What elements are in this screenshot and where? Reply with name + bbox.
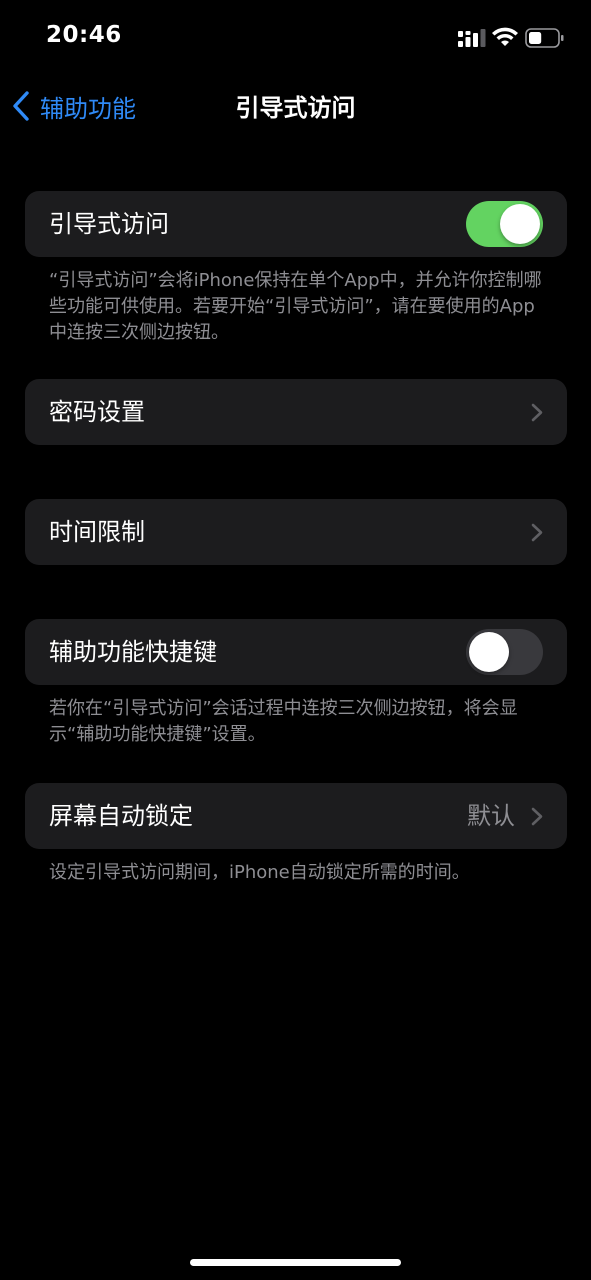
chevron-right-icon [531, 523, 543, 542]
chevron-right-icon [531, 807, 543, 826]
passcode-settings-row[interactable]: 密码设置 [25, 379, 567, 445]
accessibility-shortcut-row: 辅助功能快捷键 [25, 619, 567, 685]
wifi-icon [492, 27, 518, 46]
time-limits-label: 时间限制 [49, 518, 145, 546]
cellular-signal-icon [458, 29, 486, 47]
auto-lock-label: 屏幕自动锁定 [49, 802, 193, 830]
page-title: 引导式访问 [235, 94, 356, 122]
home-indicator[interactable] [190, 1259, 401, 1266]
status-time: 20:46 [46, 22, 122, 48]
battery-icon [525, 28, 564, 48]
auto-lock-value: 默认 [467, 802, 515, 830]
toggle-knob [500, 204, 540, 244]
accessibility-shortcut-label: 辅助功能快捷键 [49, 638, 217, 666]
auto-lock-footnote: 设定引导式访问期间，iPhone自动锁定所需的时间。 [49, 862, 470, 883]
guided-access-row: 引导式访问 [25, 191, 567, 257]
accessibility-shortcut-footnote: 若你在“引导式访问”会话过程中连按三次侧边按钮，将会显示“辅助功能快捷键”设置。 [49, 698, 518, 745]
toggle-knob [469, 632, 509, 672]
guided-access-footnote: “引导式访问”会将iPhone保持在单个App中，并允许你控制哪些功能可供使用。… [49, 270, 542, 343]
passcode-settings-label: 密码设置 [49, 398, 145, 426]
accessibility-shortcut-toggle[interactable] [466, 629, 543, 675]
guided-access-toggle[interactable] [466, 201, 543, 247]
guided-access-label: 引导式访问 [49, 210, 169, 238]
chevron-right-icon [531, 403, 543, 422]
auto-lock-row[interactable]: 屏幕自动锁定 默认 [25, 783, 567, 849]
status-bar: 20:46 [0, 0, 591, 70]
time-limits-row[interactable]: 时间限制 [25, 499, 567, 565]
